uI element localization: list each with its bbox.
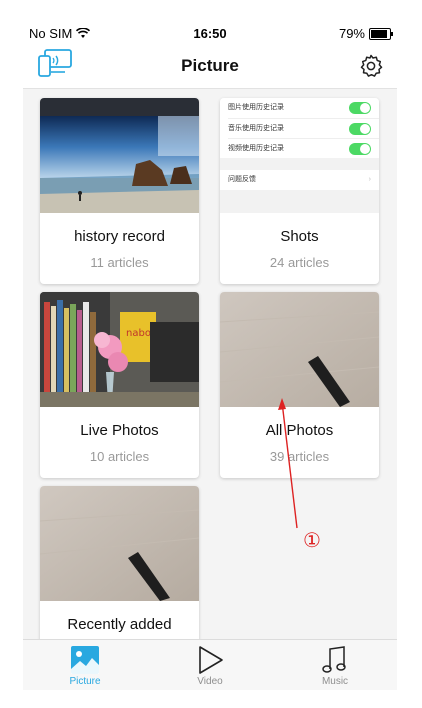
album-count: 24 articles bbox=[269, 255, 330, 270]
page-title: Picture bbox=[181, 56, 239, 75]
phone-screen: No SIM 16:50 79% Picture history record … bbox=[23, 22, 397, 690]
album-thumbnail bbox=[40, 486, 199, 601]
album-title: Recently added bbox=[67, 616, 172, 633]
album-thumbnail bbox=[40, 98, 199, 213]
album-thumbnail bbox=[220, 292, 379, 407]
tab-music[interactable]: Music bbox=[273, 640, 397, 690]
album-thumbnail: nabo bbox=[40, 292, 199, 407]
album-count: 10 articles bbox=[89, 449, 150, 464]
status-bar: No SIM 16:50 79% bbox=[23, 22, 397, 44]
annotation-marker: ① bbox=[303, 528, 321, 552]
album-count: 11 articles bbox=[90, 255, 149, 270]
thumb-settings-row: 视频使用历史记录 bbox=[228, 138, 379, 159]
picture-icon bbox=[71, 646, 99, 674]
album-card-shots[interactable]: 图片使用历史记录 音乐使用历史记录 视频使用历史记录 问题反馈 › Shots … bbox=[220, 98, 379, 284]
music-note-icon bbox=[322, 646, 346, 673]
status-right: 79% bbox=[338, 26, 393, 41]
tab-label: Video bbox=[197, 676, 223, 687]
gear-icon[interactable] bbox=[359, 54, 383, 78]
album-title: All Photos bbox=[265, 422, 334, 439]
album-title: history record bbox=[74, 228, 165, 245]
battery-icon bbox=[369, 27, 393, 40]
tab-label: Picture bbox=[69, 676, 101, 687]
nav-bar: Picture bbox=[23, 44, 397, 89]
thumb-settings-row: 音乐使用历史记录 bbox=[228, 118, 379, 139]
album-card-history-record[interactable]: history record 11 articles bbox=[40, 98, 199, 284]
svg-text:nabo: nabo bbox=[126, 328, 151, 339]
tab-picture[interactable]: Picture bbox=[23, 640, 147, 690]
album-count: 39 articles bbox=[269, 449, 330, 464]
album-thumbnail: 图片使用历史记录 音乐使用历史记录 视频使用历史记录 问题反馈 › bbox=[220, 98, 379, 213]
battery-percent: 79% bbox=[338, 26, 365, 41]
album-title: Live Photos bbox=[80, 422, 159, 439]
album-card-recently-added[interactable]: Recently added bbox=[40, 486, 199, 639]
album-card-live-photos[interactable]: nabo Live Photos 10 articles bbox=[40, 292, 199, 478]
album-grid: history record 11 articles 图片使用历史记录 音乐使用… bbox=[23, 89, 397, 639]
play-icon bbox=[199, 646, 223, 674]
tab-bar: Picture Video Music bbox=[23, 639, 397, 690]
thumb-settings-row: 问题反馈 › bbox=[220, 170, 379, 190]
album-title: Shots bbox=[280, 228, 319, 245]
album-card-all-photos[interactable]: All Photos 39 articles bbox=[220, 292, 379, 478]
tab-label: Music bbox=[321, 676, 349, 687]
tab-video[interactable]: Video bbox=[148, 640, 272, 690]
thumb-settings-row: 图片使用历史记录 bbox=[228, 98, 379, 118]
